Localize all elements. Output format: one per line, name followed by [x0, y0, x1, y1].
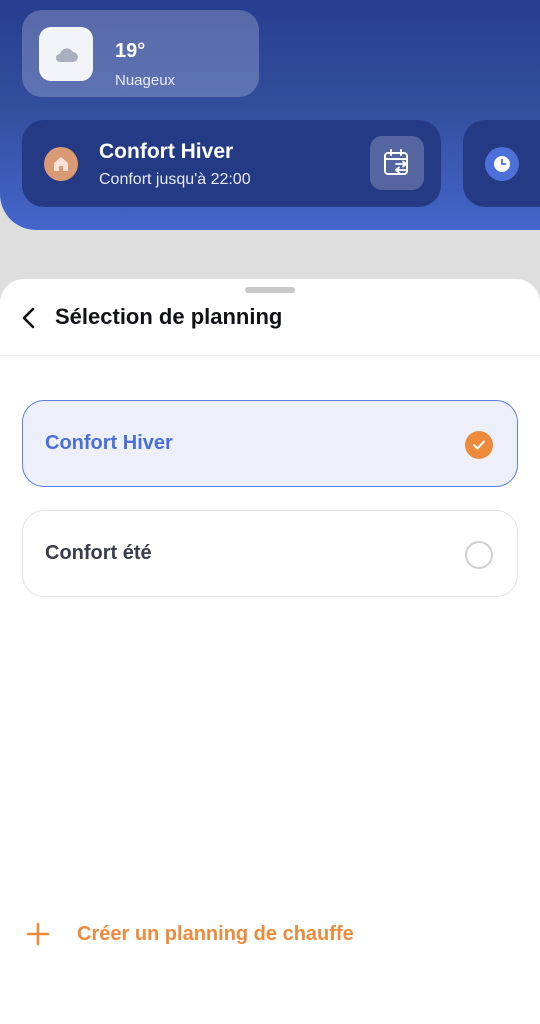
option-label: Confort été — [45, 542, 152, 564]
clock-icon — [485, 147, 519, 181]
screen: 19° Nuageux Confort Hiver Confort jusqu'… — [0, 0, 540, 1024]
plus-icon — [26, 922, 50, 946]
sheet-title: Sélection de planning — [55, 304, 283, 329]
sheet-drag-handle[interactable] — [245, 287, 295, 293]
radio-empty-icon — [465, 541, 493, 569]
weather-condition: Nuageux — [115, 72, 176, 89]
side-card[interactable] — [463, 120, 540, 207]
weather-icon-box — [39, 27, 93, 81]
current-mode-title: Confort Hiver — [99, 140, 234, 163]
calendar-swap-icon — [384, 149, 408, 175]
header: 19° Nuageux Confort Hiver Confort jusqu'… — [0, 0, 540, 230]
weather-temperature: 19° — [115, 40, 146, 62]
weather-card[interactable]: 19° Nuageux — [22, 10, 259, 97]
checkmark-icon — [465, 431, 493, 459]
bottom-sheet: Sélection de planning Confort Hiver Conf… — [0, 279, 540, 1024]
home-icon — [44, 147, 78, 181]
planning-option-confort-ete[interactable]: Confort été — [22, 510, 518, 597]
cloud-icon — [56, 48, 78, 62]
back-button[interactable] — [14, 303, 44, 333]
create-planning-label: Créer un planning de chauffe — [77, 922, 354, 945]
create-planning-button[interactable]: Créer un planning de chauffe — [26, 919, 354, 949]
planning-option-confort-hiver[interactable]: Confort Hiver — [22, 400, 518, 487]
current-mode-subtitle: Confort jusqu'à 22:00 — [99, 171, 251, 188]
option-label: Confort Hiver — [45, 432, 173, 454]
current-mode-card[interactable]: Confort Hiver Confort jusqu'à 22:00 — [22, 120, 441, 207]
divider — [0, 355, 540, 356]
chevron-left-icon — [22, 307, 35, 329]
calendar-swap-button[interactable] — [370, 136, 424, 190]
